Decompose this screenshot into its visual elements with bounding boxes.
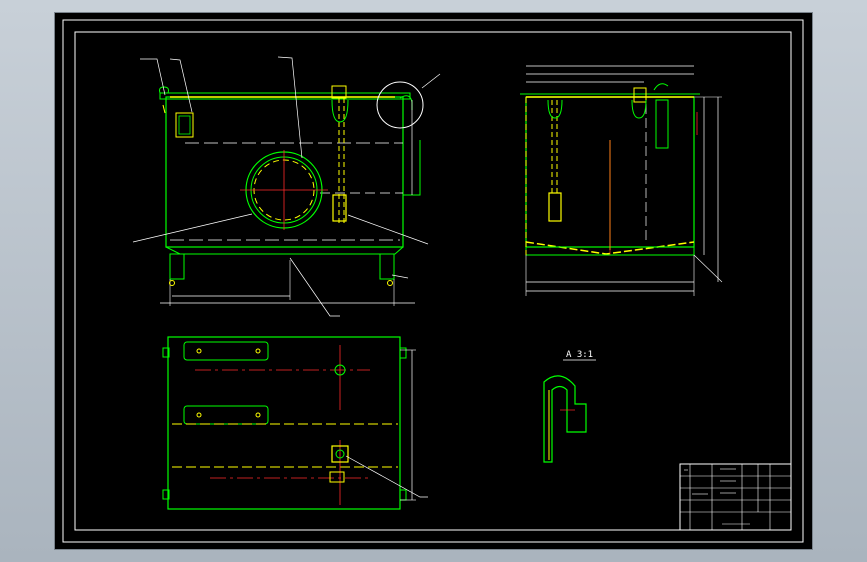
section-label: A 3:1 [566,350,593,360]
hook-detail-profile [543,375,587,463]
leader-line [289,257,340,317]
detail-a-view[interactable]: A 3:1 [543,350,596,463]
suction-filter-side [548,192,562,222]
air-breather [331,85,347,99]
side-nozzle [399,489,407,501]
bolt [255,348,261,354]
level-gauge-bracket [331,99,349,123]
leader-line [132,213,253,243]
drain-plug [387,280,393,286]
top-view[interactable] [162,336,428,510]
side-step-outline [402,97,421,196]
hook-side [631,99,647,119]
bottom-outline [165,246,404,255]
top-tank-outline [167,336,401,510]
front-view[interactable] [132,56,441,317]
leader-line [140,58,166,96]
title-block-frame [679,463,792,531]
strainer-bracket [175,112,194,138]
drawing-canvas[interactable]: A 3:1 [0,0,867,562]
hook-side [547,99,563,119]
lift-lug-side [653,83,669,91]
hook-weld [162,104,166,114]
detail-callout-circle[interactable] [376,81,424,129]
level-gauge-side [655,99,669,149]
tank-body-outline [165,96,404,248]
right-foot [379,253,395,280]
side-view[interactable] [520,65,723,296]
breather-side [633,87,647,103]
title-block[interactable] [679,463,792,531]
filter-top [329,471,345,483]
bolt [196,412,202,418]
bolt [196,348,202,354]
tank-lid [159,92,411,100]
lifting-hook-right [399,95,413,110]
strainer-inner [178,115,191,135]
leader-line [169,58,193,113]
leader-line [345,455,428,498]
inner-frame [74,31,792,531]
side-nozzle [399,347,407,359]
leader-line [421,73,441,89]
bolt [255,412,261,418]
left-foot [169,253,185,280]
